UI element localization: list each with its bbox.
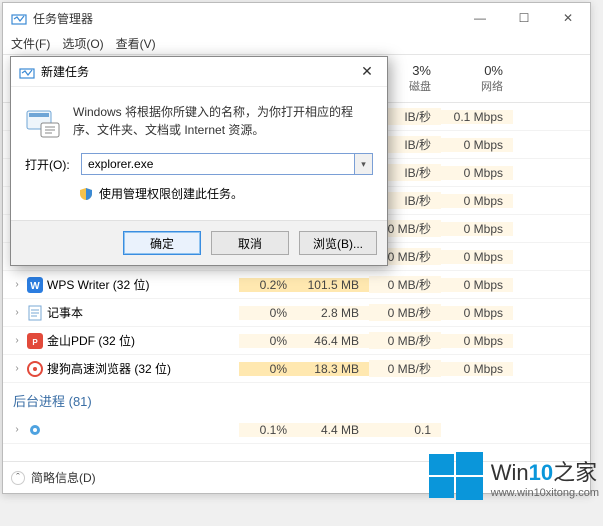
- net-cell: 0 Mbps: [441, 250, 513, 264]
- cpu-cell: 0%: [239, 306, 297, 320]
- watermark-url: www.win10xitong.com: [491, 487, 599, 499]
- open-combobox[interactable]: ▾: [81, 153, 373, 175]
- browse-button[interactable]: 浏览(B)...: [299, 231, 377, 255]
- disk-cell: 0 MB/秒: [369, 276, 441, 293]
- net-percent: 0%: [484, 63, 503, 78]
- minimize-button[interactable]: —: [458, 3, 502, 33]
- mem-cell: 101.5 MB: [297, 278, 369, 292]
- open-label: 打开(O):: [25, 156, 73, 173]
- net-cell: 0 Mbps: [441, 166, 513, 180]
- chevron-up-icon[interactable]: ˆ: [11, 471, 25, 485]
- admin-note: 使用管理权限创建此任务。: [99, 185, 243, 202]
- table-row[interactable]: › 0.1% 4.4 MB 0.1: [3, 416, 590, 444]
- cancel-button[interactable]: 取消: [211, 231, 289, 255]
- table-row[interactable]: › W WPS Writer (32 位) 0.2%101.5 MB0 MB/秒0 M…: [3, 271, 590, 299]
- cpu-cell: 0.2%: [239, 278, 297, 292]
- task-manager-icon: [19, 64, 35, 80]
- process-name: 金山PDF (32 位): [47, 332, 135, 349]
- table-row[interactable]: › P 金山PDF (32 位) 0%46.4 MB0 MB/秒0 Mbps: [3, 327, 590, 355]
- table-row[interactable]: › 记事本 0%2.8 MB0 MB/秒0 Mbps: [3, 299, 590, 327]
- watermark: Win10之家 www.win10xitong.com: [425, 446, 599, 508]
- disk-cell: 0 MB/秒: [369, 332, 441, 349]
- dialog-title: 新建任务: [41, 63, 347, 80]
- net-cell: 0 Mbps: [441, 306, 513, 320]
- run-program-icon: [25, 103, 61, 139]
- net-cell: 0 Mbps: [441, 278, 513, 292]
- net-cell: 0 Mbps: [441, 194, 513, 208]
- maximize-button[interactable]: ☐: [502, 3, 546, 33]
- cpu-cell: 0%: [239, 362, 297, 376]
- gear-icon: [27, 422, 43, 438]
- svg-text:P: P: [32, 338, 38, 347]
- net-label: 网络: [481, 78, 503, 94]
- menu-file[interactable]: 文件(F): [11, 35, 50, 52]
- sogou-icon: [27, 361, 43, 377]
- disk-label: 磁盘: [409, 78, 431, 94]
- dialog-close-button[interactable]: ✕: [347, 57, 387, 87]
- menu-bar: 文件(F) 选项(O) 查看(V): [3, 33, 590, 55]
- ok-button[interactable]: 确定: [123, 231, 201, 255]
- process-name: 搜狗高速浏览器 (32 位): [47, 360, 171, 377]
- menu-view[interactable]: 查看(V): [116, 35, 156, 52]
- chevron-right-icon[interactable]: ›: [11, 307, 23, 319]
- net-cell: 0 Mbps: [441, 362, 513, 376]
- chevron-right-icon[interactable]: ›: [11, 279, 23, 291]
- pdf-icon: P: [27, 333, 43, 349]
- mem-cell: 2.8 MB: [297, 306, 369, 320]
- net-cell: 0 Mbps: [441, 138, 513, 152]
- open-input[interactable]: [81, 153, 355, 175]
- new-task-dialog: 新建任务 ✕ Windows 将根据你所键入的名称，为你打开相应的程序、文件夹、…: [10, 56, 388, 266]
- mem-cell: 18.3 MB: [297, 362, 369, 376]
- chevron-right-icon[interactable]: ›: [11, 335, 23, 347]
- chevron-right-icon[interactable]: ›: [11, 424, 23, 436]
- watermark-title: Win10之家: [491, 455, 597, 487]
- windows-logo-icon: [425, 446, 487, 508]
- cpu-cell: 0%: [239, 334, 297, 348]
- net-cell: 0 Mbps: [441, 222, 513, 236]
- task-manager-icon: [11, 10, 27, 26]
- window-title: 任务管理器: [33, 10, 458, 27]
- menu-options[interactable]: 选项(O): [62, 35, 103, 52]
- chevron-right-icon[interactable]: ›: [11, 363, 23, 375]
- disk-percent: 3%: [412, 63, 431, 78]
- dialog-description: Windows 将根据你所键入的名称，为你打开相应的程序、文件夹、文档或 Int…: [73, 103, 373, 139]
- net-cell: 0.1 Mbps: [441, 110, 513, 124]
- titlebar[interactable]: 任务管理器 — ☐ ✕: [3, 3, 590, 33]
- notepad-icon: [27, 305, 43, 321]
- svg-text:W: W: [30, 281, 40, 292]
- disk-cell: 0 MB/秒: [369, 304, 441, 321]
- disk-cell: 0 MB/秒: [369, 360, 441, 377]
- chevron-down-icon[interactable]: ▾: [355, 153, 373, 175]
- table-row[interactable]: › 搜狗高速浏览器 (32 位) 0%18.3 MB0 MB/秒0 Mbps: [3, 355, 590, 383]
- wps-w-icon: W: [27, 277, 43, 293]
- process-name: 记事本: [47, 304, 83, 321]
- fewer-details[interactable]: 简略信息(D): [31, 469, 96, 486]
- background-processes-header[interactable]: 后台进程 (81): [3, 383, 590, 416]
- process-name: WPS Writer (32 位): [47, 276, 149, 293]
- mem-cell: 46.4 MB: [297, 334, 369, 348]
- shield-icon: [79, 187, 93, 201]
- dialog-titlebar[interactable]: 新建任务 ✕: [11, 57, 387, 87]
- dialog-buttons: 确定 取消 浏览(B)...: [11, 220, 387, 265]
- net-cell: 0 Mbps: [441, 334, 513, 348]
- close-button[interactable]: ✕: [546, 3, 590, 33]
